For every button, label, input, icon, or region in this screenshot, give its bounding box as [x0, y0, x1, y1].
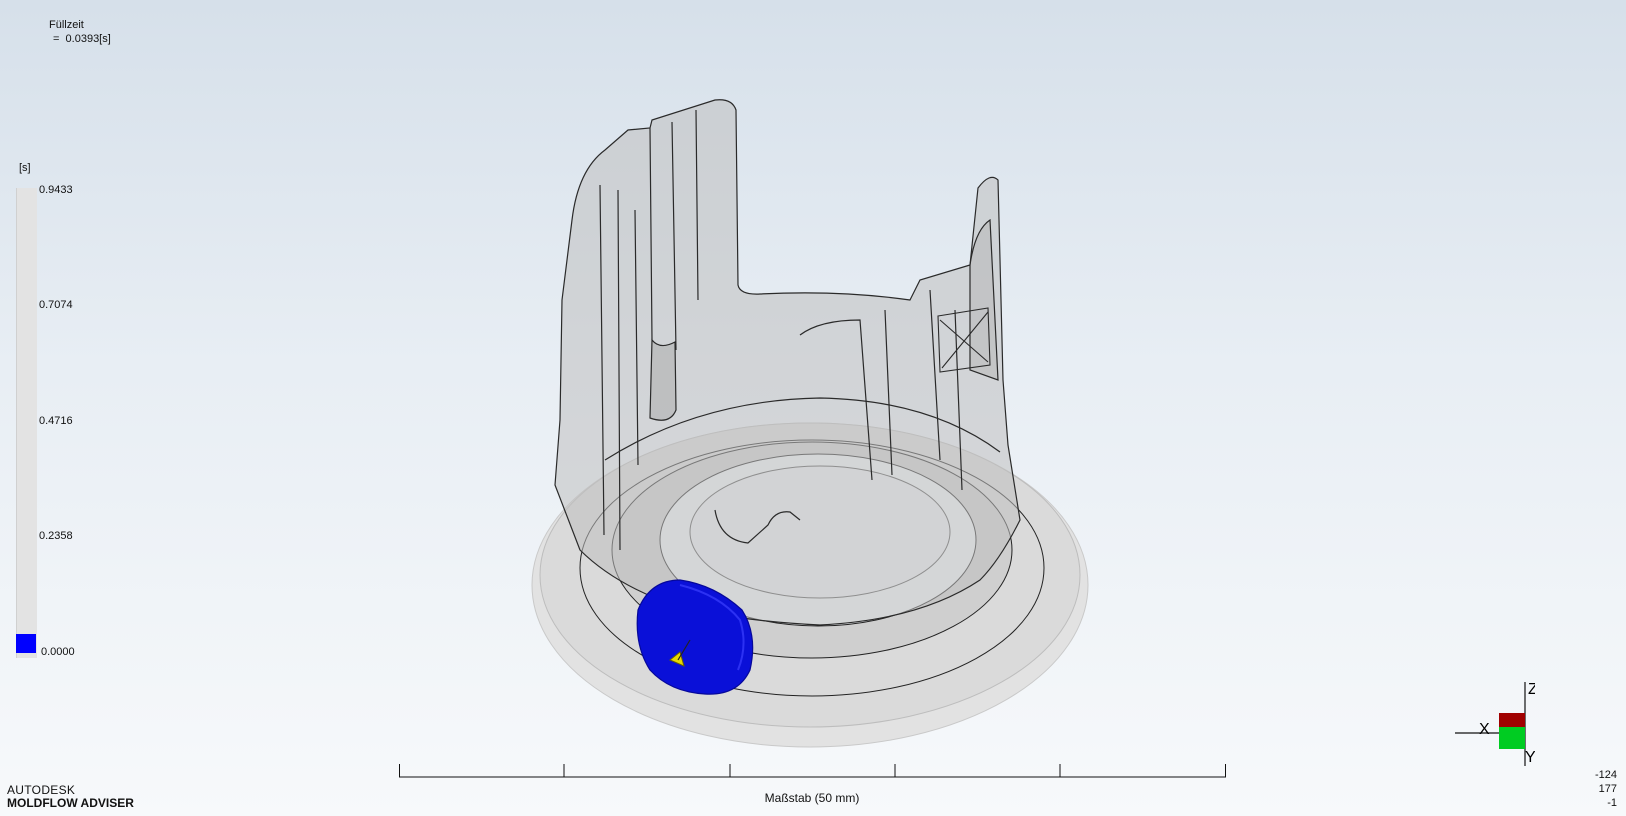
legend-tick-4: 0.2358	[39, 530, 73, 542]
result-value: = 0.0393[s]	[53, 33, 111, 45]
result-title: Füllzeit	[49, 19, 84, 31]
scale-label: Maßstab (50 mm)	[764, 791, 860, 805]
axis-triad[interactable]: Z X Y	[1455, 676, 1535, 766]
legend-tick-2: 0.7074	[39, 299, 73, 311]
axis-z-label: Z	[1528, 681, 1535, 698]
legend-tick-min: 0.0000	[41, 646, 75, 658]
legend-tick-3: 0.4716	[39, 415, 73, 427]
cylinder-wall	[554, 99, 1021, 626]
color-legend: [s] 0.9433 0.7074 0.4716 0.2358 0.0000	[16, 160, 96, 660]
axis-x-label: X	[1479, 721, 1490, 738]
legend-min-swatch	[16, 634, 36, 653]
scale-bar	[399, 764, 1226, 778]
brand-logo: AUTODESK MOLDFLOW ADVISER	[7, 784, 134, 810]
legend-bar	[16, 188, 37, 658]
legend-tick-max: 0.9433	[39, 184, 73, 196]
axis-y-label: Y	[1525, 749, 1535, 766]
legend-unit: [s]	[19, 162, 31, 174]
model-viewport[interactable]	[500, 80, 1120, 760]
window-slot	[649, 338, 677, 421]
coord-x: -124	[1594, 769, 1617, 781]
result-header: Füllzeit = 0.0393[s]	[49, 18, 111, 46]
brand-product: MOLDFLOW ADVISER	[7, 796, 134, 810]
coord-y: 177	[1598, 783, 1617, 795]
coordinate-readout: -124 177 -1	[1595, 768, 1617, 810]
coord-z: -1	[1607, 797, 1617, 809]
